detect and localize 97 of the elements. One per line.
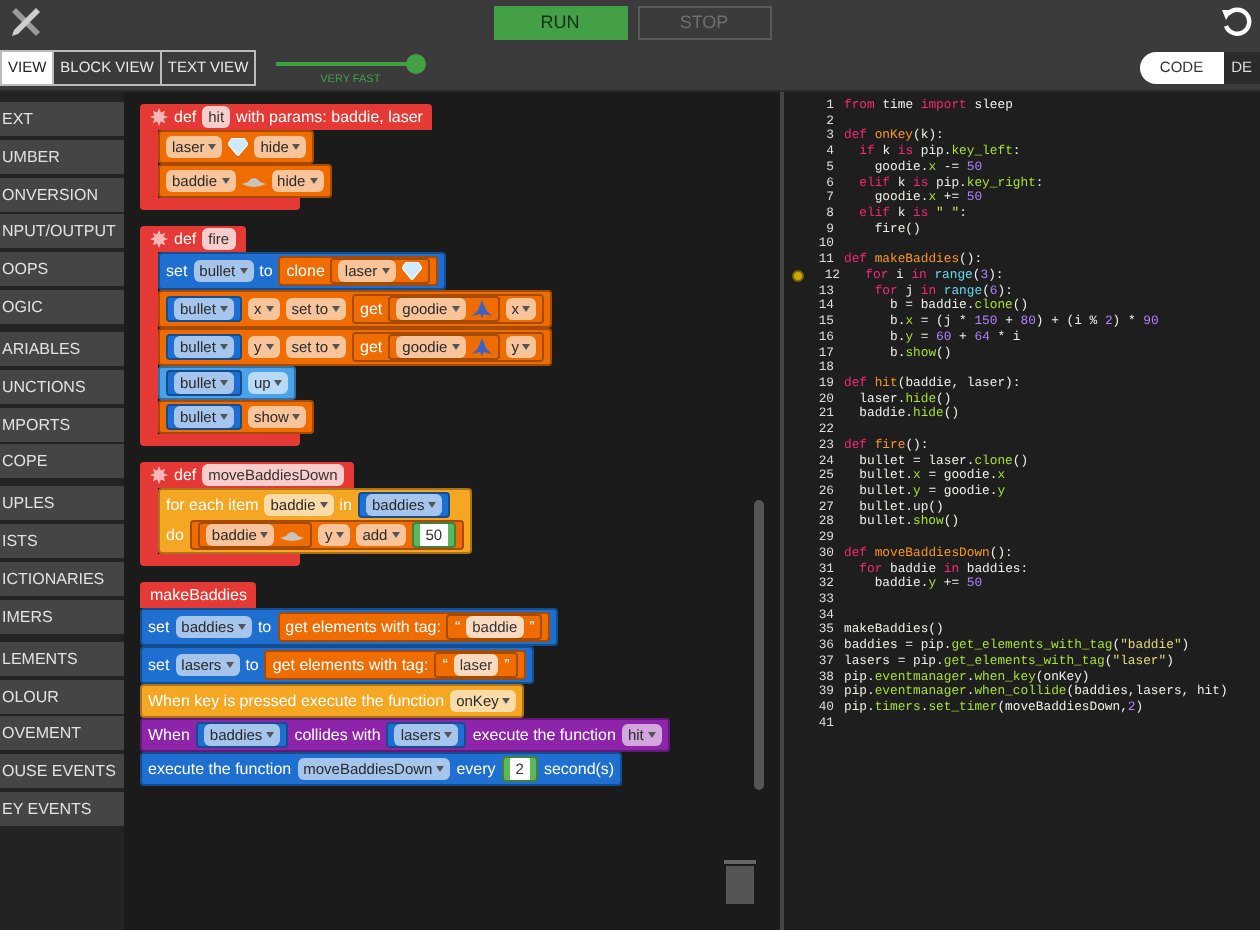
caret-icon [208, 144, 217, 150]
spaceship-icon [471, 300, 492, 318]
caret-icon [265, 344, 274, 350]
caret-icon [522, 306, 531, 312]
breakpoint-icon[interactable] [792, 269, 804, 282]
block-label: “ [454, 618, 461, 636]
block-label: every [456, 760, 496, 778]
block-label: def [174, 108, 197, 126]
caret-icon [428, 502, 437, 508]
block-label: clone [286, 262, 325, 280]
block-label: get [360, 338, 383, 356]
spaceship-icon [471, 338, 492, 356]
gear-icon [150, 108, 168, 126]
scrollbar[interactable] [754, 500, 764, 790]
block-label: for each item [166, 496, 259, 514]
caret-icon [336, 532, 345, 538]
block-label: set [148, 656, 170, 674]
block-label: ” [504, 656, 510, 674]
caret-icon [292, 414, 301, 420]
caret-icon [647, 732, 656, 738]
block-label: execute the function [472, 726, 616, 744]
category-button[interactable]: EY EVENTS [0, 791, 124, 826]
category-button[interactable]: EXT [0, 102, 124, 136]
caret-icon [522, 344, 531, 350]
caret-icon [265, 306, 274, 312]
caret-icon [239, 268, 248, 274]
caret-icon [436, 766, 445, 772]
category-button[interactable]: ICTIONARIES [0, 561, 124, 596]
block-label: second(s) [543, 760, 615, 778]
caret-icon [319, 502, 328, 508]
block-label: get elements with tag: [285, 618, 441, 636]
caret-icon [237, 624, 246, 630]
block-label: When [148, 726, 190, 744]
gear-icon [150, 466, 168, 484]
block-label: “ [442, 656, 448, 674]
category-button[interactable]: OVEMENT [0, 716, 124, 751]
block-label: to [245, 656, 259, 674]
category-button[interactable]: OLOUR [0, 679, 124, 714]
category-button[interactable]: OGIC [0, 289, 124, 324]
diamond-icon [401, 262, 422, 280]
caret-icon [292, 144, 301, 150]
category-button[interactable]: OUSE EVENTS [0, 754, 124, 789]
caret-icon [219, 344, 228, 350]
saucer-icon [241, 174, 266, 188]
category-button[interactable]: UNCTIONS [0, 369, 124, 404]
block-label: def [174, 466, 197, 484]
caret-icon [260, 532, 269, 538]
toolbar-button[interactable]: RUN [493, 5, 627, 39]
saucer-icon [280, 528, 305, 542]
diamond-icon [228, 138, 249, 156]
block-label: do [166, 526, 184, 544]
category-button[interactable]: COPE [0, 444, 124, 479]
block-label: get elements with tag: [272, 656, 429, 674]
undo-icon[interactable] [1220, 6, 1252, 38]
category-button[interactable]: OOPS [0, 252, 124, 287]
block-label: in [339, 496, 353, 514]
block-label: get [360, 300, 383, 318]
caret-icon [274, 380, 283, 386]
block-label: makeBaddies [150, 586, 247, 604]
caret-icon [219, 380, 228, 386]
trash-icon[interactable] [724, 856, 756, 904]
caret-icon [219, 414, 228, 420]
caret-icon [451, 306, 460, 312]
block-label: set [148, 618, 170, 636]
category-button[interactable]: MPORTS [0, 407, 124, 442]
block-label: collides with [294, 726, 381, 744]
caret-icon [332, 306, 341, 312]
category-button[interactable]: LEMENTS [0, 641, 124, 676]
block-label: to [257, 618, 272, 636]
caret-icon [225, 662, 234, 668]
block-label: When key is pressed execute the function [148, 692, 445, 710]
category-button[interactable]: ONVERSION [0, 177, 124, 212]
caret-icon [444, 732, 453, 738]
caret-icon [502, 698, 511, 704]
block-label: ” [529, 618, 535, 636]
caret-icon [391, 532, 400, 538]
caret-icon [332, 344, 341, 350]
block-label: def [174, 230, 197, 248]
category-button[interactable]: UMBER [0, 139, 124, 174]
category-button[interactable]: NPUT/OUTPUT [0, 214, 124, 249]
block-label: set [166, 262, 188, 280]
category-button[interactable]: ARIABLES [0, 331, 124, 366]
block-label: with params: baddie, laser [236, 108, 423, 126]
caret-icon [266, 732, 275, 738]
block-label: execute the function [148, 760, 292, 778]
tools-icon[interactable] [8, 4, 44, 40]
category-button[interactable]: UPLES [0, 486, 124, 521]
category-button[interactable]: IMERS [0, 599, 124, 634]
caret-icon [381, 268, 390, 274]
caret-icon [219, 306, 228, 312]
function-header-block[interactable]: makeBaddies [140, 582, 257, 608]
caret-icon [451, 344, 460, 350]
gear-icon [150, 230, 168, 248]
block-label: to [259, 262, 273, 280]
caret-icon [221, 178, 230, 184]
caret-icon [309, 178, 318, 184]
category-button[interactable]: ISTS [0, 524, 124, 559]
